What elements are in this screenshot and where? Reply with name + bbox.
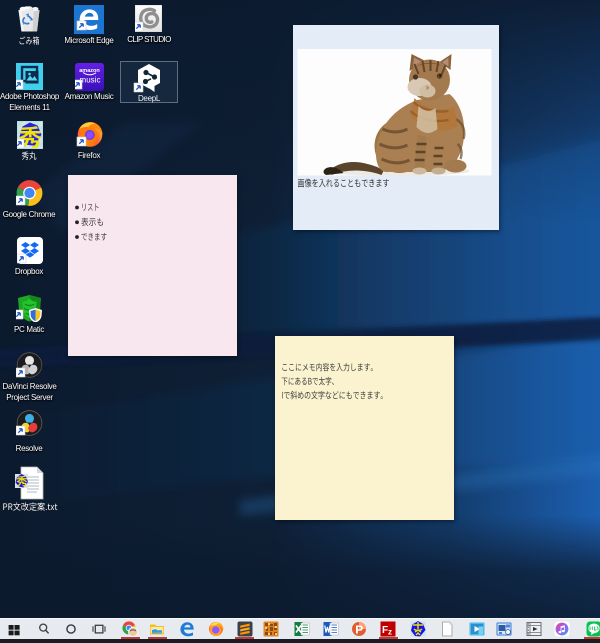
svg-text:z: z bbox=[388, 628, 392, 637]
svg-text:amazon: amazon bbox=[79, 68, 100, 74]
svg-text:music: music bbox=[80, 76, 101, 85]
